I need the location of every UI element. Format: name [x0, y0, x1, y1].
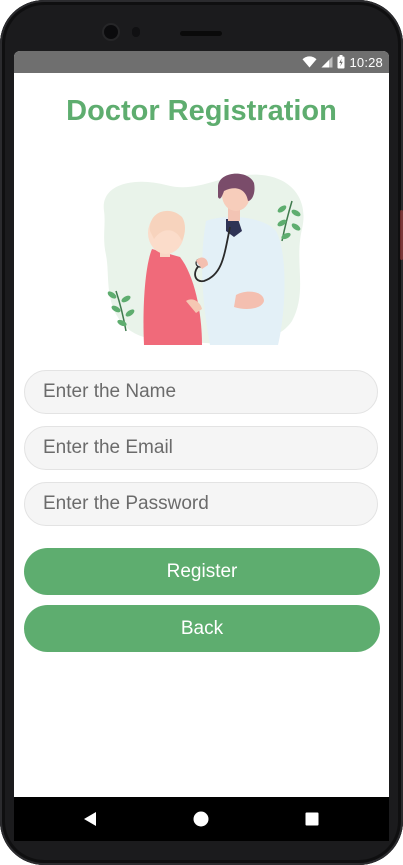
nav-recents-button[interactable]: [287, 797, 337, 841]
front-camera: [104, 25, 118, 39]
status-icons: 10:28: [302, 51, 383, 73]
email-input[interactable]: [24, 426, 378, 470]
doctor-patient-illustration: [103, 173, 304, 345]
name-input[interactable]: [24, 370, 378, 414]
signal-icon: [321, 56, 333, 68]
back-button[interactable]: Back: [24, 605, 380, 652]
nav-home-button[interactable]: [176, 797, 226, 841]
nav-back-button[interactable]: [65, 797, 115, 841]
app-screen: 10:28 Doctor Registration Enter the Name…: [14, 51, 389, 797]
system-nav-bar: [14, 797, 389, 841]
page-title: Doctor Registration: [66, 95, 337, 127]
status-bar: 10:28: [14, 51, 389, 73]
status-time: 10:28: [349, 54, 383, 70]
home-circle-icon: [193, 811, 209, 827]
battery-icon: [337, 55, 345, 69]
wifi-icon: [302, 56, 317, 68]
proximity-sensor: [132, 27, 140, 37]
phone-frame: 10:28 Doctor Registration Enter the Name…: [0, 0, 403, 865]
earpiece-speaker: [180, 31, 222, 36]
back-triangle-icon: [84, 812, 96, 826]
password-input[interactable]: [24, 482, 378, 526]
recents-square-icon: [305, 812, 319, 826]
register-button[interactable]: Register: [24, 548, 380, 595]
